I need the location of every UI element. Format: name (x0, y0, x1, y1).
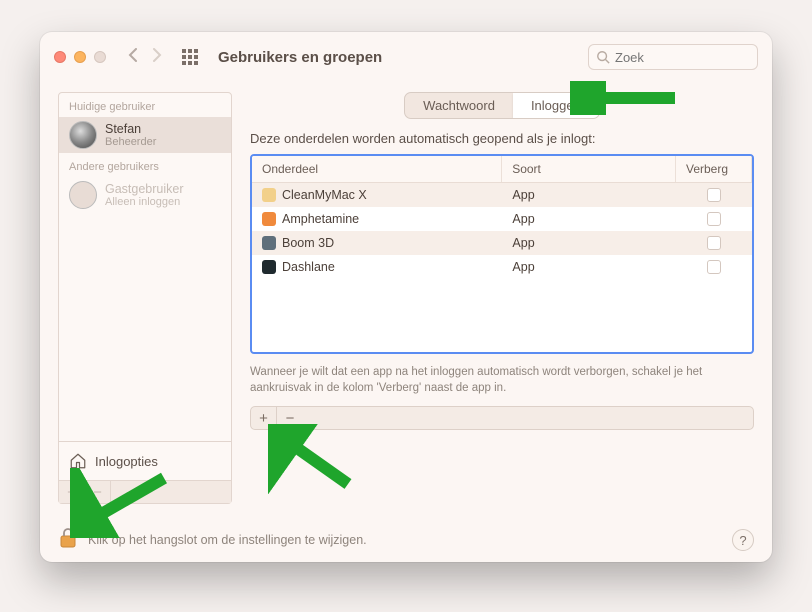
footer: Klik op het hangslot om de instellingen … (40, 518, 772, 562)
nav-buttons (128, 48, 162, 67)
table-body: CleanMyMac XAppAmphetamineAppBoom 3DAppD… (252, 183, 752, 279)
hide-checkbox[interactable] (707, 212, 721, 226)
search-icon (596, 50, 610, 64)
minimize-window-button[interactable] (74, 51, 86, 63)
app-name: Boom 3D (282, 236, 334, 250)
app-icon (262, 260, 276, 274)
avatar-icon (69, 121, 97, 149)
sidebar-user-guest[interactable]: Gastgebruiker Alleen inloggen (59, 177, 231, 213)
app-name: Dashlane (282, 260, 335, 274)
col-item[interactable]: Onderdeel (252, 156, 502, 182)
sidebar-section-others: Andere gebruikers (59, 153, 231, 177)
close-window-button[interactable] (54, 51, 66, 63)
app-name: CleanMyMac X (282, 188, 367, 202)
table-header: Onderdeel Soort Verberg (252, 156, 752, 183)
lock-text: Klik op het hangslot om de instellingen … (88, 533, 367, 547)
app-name: Amphetamine (282, 212, 359, 226)
login-options-row[interactable]: Inlogopties (59, 441, 231, 480)
search-input[interactable] (588, 44, 758, 70)
user-role: Alleen inloggen (105, 196, 184, 208)
forward-button[interactable] (152, 48, 162, 67)
users-sidebar: Huidige gebruiker Stefan Beheerder Ander… (58, 92, 232, 504)
remove-user-button[interactable]: − (85, 481, 111, 503)
app-icon (262, 212, 276, 226)
hide-checkbox[interactable] (707, 188, 721, 202)
login-options-label: Inlogopties (95, 454, 158, 469)
titlebar: Gebruikers en groepen (40, 32, 772, 82)
remove-login-item-button[interactable]: − (277, 407, 303, 429)
app-kind: App (502, 236, 676, 250)
zoom-window-button[interactable] (94, 51, 106, 63)
table-row[interactable]: Amphetamine App (252, 207, 752, 231)
table-row[interactable]: Dashlane App (252, 255, 752, 279)
house-icon (69, 452, 87, 470)
app-kind: App (502, 188, 676, 202)
table-row[interactable]: Boom 3D App (252, 231, 752, 255)
content-area: Huidige gebruiker Stefan Beheerder Ander… (40, 82, 772, 518)
window-controls (54, 51, 106, 63)
sidebar-section-current: Huidige gebruiker (59, 93, 231, 117)
app-kind: App (502, 260, 676, 274)
add-login-item-button[interactable]: + (251, 407, 277, 429)
back-button[interactable] (128, 48, 138, 67)
user-name: Gastgebruiker (105, 182, 184, 196)
lock-icon[interactable] (58, 527, 78, 554)
add-user-button[interactable]: + (59, 481, 85, 503)
col-kind[interactable]: Soort (502, 156, 676, 182)
tab-login[interactable]: Inloggen (513, 93, 599, 118)
main-panel: Wachtwoord Inloggen Deze onderdelen word… (250, 92, 754, 504)
table-row[interactable]: CleanMyMac X App (252, 183, 752, 207)
sidebar-add-remove: + − (59, 480, 231, 503)
user-name: Stefan (105, 122, 156, 136)
help-button[interactable]: ? (732, 529, 754, 551)
tab-password[interactable]: Wachtwoord (405, 93, 513, 118)
user-role: Beheerder (105, 136, 156, 148)
app-icon (262, 236, 276, 250)
app-icon (262, 188, 276, 202)
search-field-wrap (588, 44, 758, 70)
hide-checkbox[interactable] (707, 236, 721, 250)
show-all-icon[interactable] (182, 49, 198, 65)
app-kind: App (502, 212, 676, 226)
login-items-add-remove: + − (250, 406, 754, 430)
col-hide[interactable]: Verberg (676, 156, 752, 182)
avatar-icon (69, 181, 97, 209)
tab-bar: Wachtwoord Inloggen (404, 92, 600, 119)
login-items-table: Onderdeel Soort Verberg CleanMyMac XAppA… (250, 154, 754, 354)
hide-note: Wanneer je wilt dat een app na het inlog… (250, 364, 754, 396)
window-title: Gebruikers en groepen (218, 49, 382, 66)
preferences-window: Gebruikers en groepen Huidige gebruiker … (40, 32, 772, 562)
login-items-instruction: Deze onderdelen worden automatisch geope… (250, 131, 754, 146)
hide-checkbox[interactable] (707, 260, 721, 274)
sidebar-user-stefan[interactable]: Stefan Beheerder (59, 117, 231, 153)
